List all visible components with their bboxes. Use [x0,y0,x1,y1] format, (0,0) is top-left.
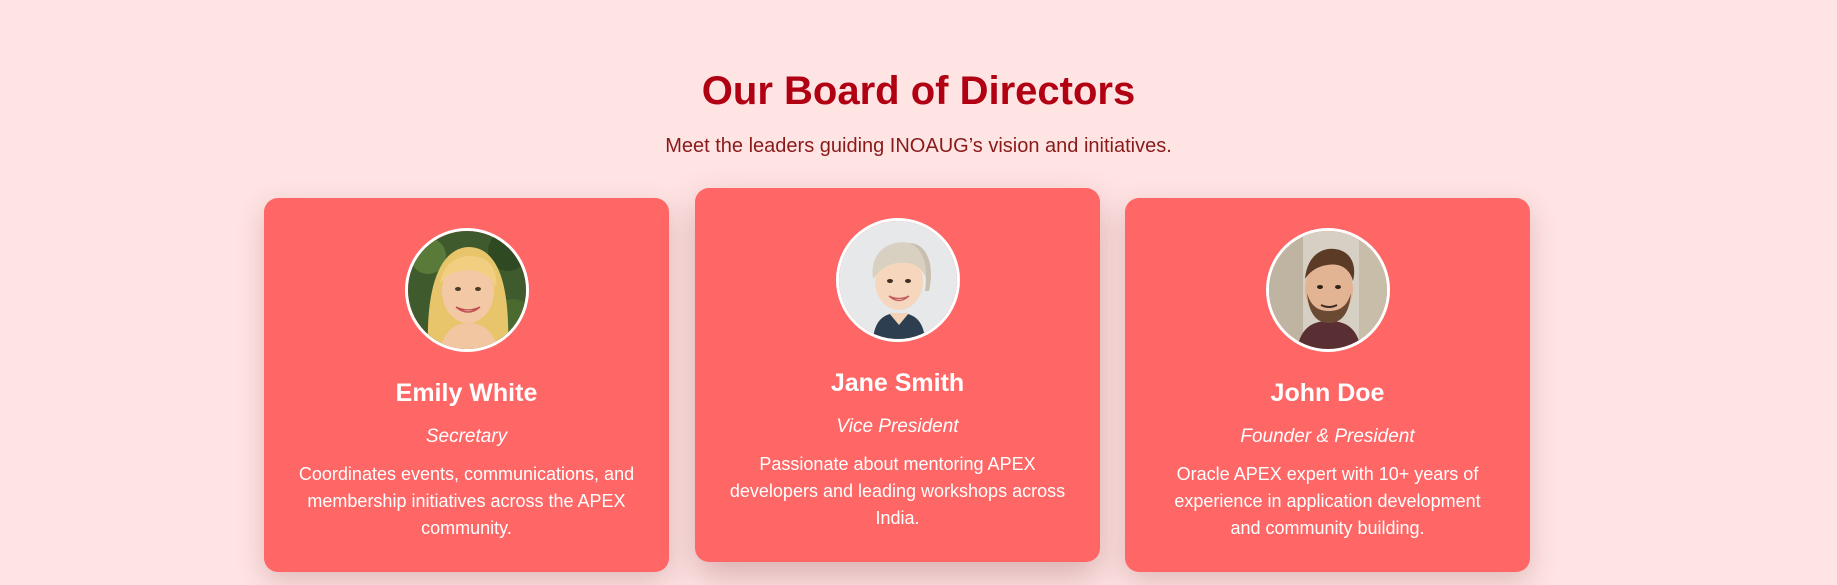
director-bio: Passionate about mentoring APEX develope… [729,454,1066,528]
director-name: John Doe [1270,379,1385,407]
director-bio: Coordinates events, communications, and … [298,464,635,538]
woman-blonde-photo-icon [407,231,526,349]
director-role: Secretary [425,426,508,447]
man-beard-photo-icon [1268,231,1387,349]
director-card: Jane Smith Vice President Passionate abo… [695,188,1100,562]
avatar [1265,228,1390,352]
woman-short-hair-photo-icon [838,221,957,339]
avatar [835,218,960,342]
avatar [404,228,529,352]
director-role: Vice President [836,416,959,437]
section-title: Our Board of Directors [701,69,1136,113]
director-role: Founder & President [1240,426,1415,447]
director-bio: Oracle APEX expert with 10+ years of exp… [1174,464,1481,538]
section-subtitle: Meet the leaders guiding INOAUG’s vision… [665,135,1172,157]
director-name: Emily White [395,379,538,407]
director-card: Emily White Secretary Coordinates events… [264,198,669,572]
director-card: John Doe Founder & President Oracle APEX… [1125,198,1530,572]
board-of-directors-section: Our Board of Directors Meet the leaders … [0,0,1837,585]
director-name: Jane Smith [830,369,965,397]
